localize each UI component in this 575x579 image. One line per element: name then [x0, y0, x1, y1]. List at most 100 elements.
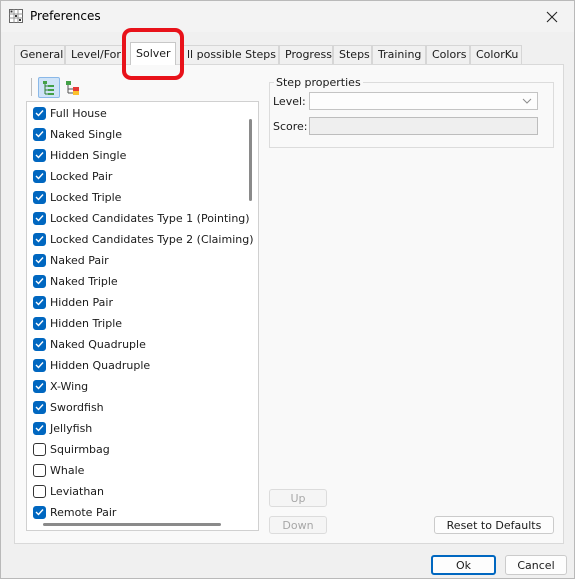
step-label: Leviathan	[50, 484, 105, 498]
list-item[interactable]: Naked Single	[33, 125, 122, 143]
chevron-down-icon	[522, 98, 532, 104]
checkbox[interactable]	[33, 106, 46, 120]
step-label: Jellyfish	[50, 421, 93, 435]
list-item[interactable]: Locked Triple	[33, 188, 121, 206]
checkbox[interactable]	[33, 463, 46, 477]
list-item[interactable]: Naked Triple	[33, 272, 118, 290]
list-item[interactable]: Hidden Quadruple	[33, 356, 150, 374]
tab-colorku[interactable]: ColorKu	[470, 45, 522, 64]
cancel-button[interactable]: Cancel	[505, 555, 567, 575]
check-icon	[35, 299, 44, 306]
step-label: Hidden Triple	[50, 316, 123, 330]
down-button[interactable]: Down	[269, 516, 327, 534]
list-item[interactable]: Locked Candidates Type 1 (Pointing)	[33, 209, 250, 227]
tab-steps[interactable]: Steps	[333, 45, 372, 64]
checkbox[interactable]	[33, 169, 46, 183]
step-label: Full House	[50, 106, 107, 120]
step-label: X-Wing	[50, 379, 89, 393]
list-item[interactable]: Full House	[33, 104, 107, 122]
step-label: Remote Pair	[50, 505, 117, 519]
step-label: Naked Quadruple	[50, 337, 146, 351]
reset-to-defaults-button[interactable]: Reset to Defaults	[434, 516, 554, 534]
checkbox[interactable]	[33, 337, 46, 351]
check-icon	[35, 152, 44, 159]
tab-solver[interactable]: Solver	[130, 42, 176, 65]
checkbox[interactable]	[33, 421, 46, 435]
hierarchy-view-icon	[66, 80, 79, 95]
checkbox[interactable]	[33, 316, 46, 330]
check-icon	[35, 362, 44, 369]
tab-general[interactable]: General	[14, 45, 65, 64]
checkbox[interactable]	[33, 127, 46, 141]
list-item[interactable]: Swordfish	[33, 398, 104, 416]
close-icon	[546, 11, 558, 22]
ok-button[interactable]: Ok	[431, 555, 496, 575]
preferences-window: Preferences General Level/For Solver ll …	[0, 0, 575, 579]
checkbox[interactable]	[33, 442, 46, 456]
list-item[interactable]: Locked Pair	[33, 167, 112, 185]
tab-progress[interactable]: Progress	[279, 45, 333, 64]
list-item[interactable]: Leviathan	[33, 482, 104, 500]
step-label: Naked Triple	[50, 274, 118, 288]
checkbox[interactable]	[33, 505, 46, 519]
list-item[interactable]: Naked Pair	[33, 251, 109, 269]
step-label: Locked Candidates Type 2 (Claiming)	[50, 232, 254, 246]
steps-list[interactable]: Full House Naked Single Hidden Single Lo…	[26, 101, 259, 531]
check-icon	[35, 173, 44, 180]
window-title: Preferences	[30, 9, 101, 23]
list-item[interactable]: Naked Quadruple	[33, 335, 146, 353]
check-icon	[35, 320, 44, 327]
checkbox[interactable]	[33, 190, 46, 204]
checkbox[interactable]	[33, 232, 46, 246]
list-item[interactable]: Whale	[33, 461, 84, 479]
check-icon	[35, 509, 44, 516]
check-icon	[35, 383, 44, 390]
checkbox[interactable]	[33, 295, 46, 309]
tab-training[interactable]: Training	[372, 45, 426, 64]
step-label: Naked Single	[50, 127, 123, 141]
checkbox[interactable]	[33, 400, 46, 414]
check-icon	[35, 257, 44, 264]
checkbox[interactable]	[33, 148, 46, 162]
checkbox[interactable]	[33, 211, 46, 225]
checkbox[interactable]	[33, 379, 46, 393]
score-field[interactable]	[309, 117, 538, 135]
step-label: Hidden Single	[50, 148, 127, 162]
tree-view-button[interactable]	[38, 77, 60, 98]
up-button[interactable]: Up	[269, 489, 327, 507]
step-label: Locked Pair	[50, 169, 113, 183]
list-item[interactable]: Locked Candidates Type 2 (Claiming)	[33, 230, 254, 248]
list-item[interactable]: Squirmbag	[33, 440, 110, 458]
check-icon	[35, 278, 44, 285]
step-label: Whale	[50, 463, 85, 477]
list-item[interactable]: X-Wing	[33, 377, 88, 395]
step-label: Locked Triple	[50, 190, 122, 204]
list-item[interactable]: Remote Pair	[33, 503, 116, 521]
checkbox[interactable]	[33, 484, 46, 498]
check-icon	[35, 215, 44, 222]
tab-level-format[interactable]: Level/For	[65, 45, 125, 64]
list-item[interactable]: Hidden Triple	[33, 314, 122, 332]
app-icon	[9, 9, 23, 23]
tab-all-possible-steps[interactable]: ll possible Steps	[181, 45, 279, 64]
step-label: Hidden Pair	[50, 295, 113, 309]
level-select[interactable]	[309, 92, 538, 110]
list-item[interactable]: Hidden Single	[33, 146, 126, 164]
step-label: Locked Candidates Type 1 (Pointing)	[50, 211, 250, 225]
checkbox[interactable]	[33, 274, 46, 288]
check-icon	[35, 110, 44, 117]
checkbox[interactable]	[33, 358, 46, 372]
close-button[interactable]	[530, 1, 574, 32]
tab-colors[interactable]: Colors	[426, 45, 470, 64]
checkbox[interactable]	[33, 253, 46, 267]
vertical-scrollbar[interactable]	[249, 119, 252, 201]
level-label: Level:	[273, 95, 306, 108]
step-label: Swordfish	[50, 400, 104, 414]
step-label: Naked Pair	[50, 253, 109, 267]
list-item[interactable]: Jellyfish	[33, 419, 92, 437]
horizontal-scrollbar[interactable]	[43, 523, 221, 526]
hierarchy-view-button[interactable]	[62, 77, 84, 98]
score-label: Score:	[273, 120, 308, 133]
check-icon	[35, 425, 44, 432]
list-item[interactable]: Hidden Pair	[33, 293, 113, 311]
